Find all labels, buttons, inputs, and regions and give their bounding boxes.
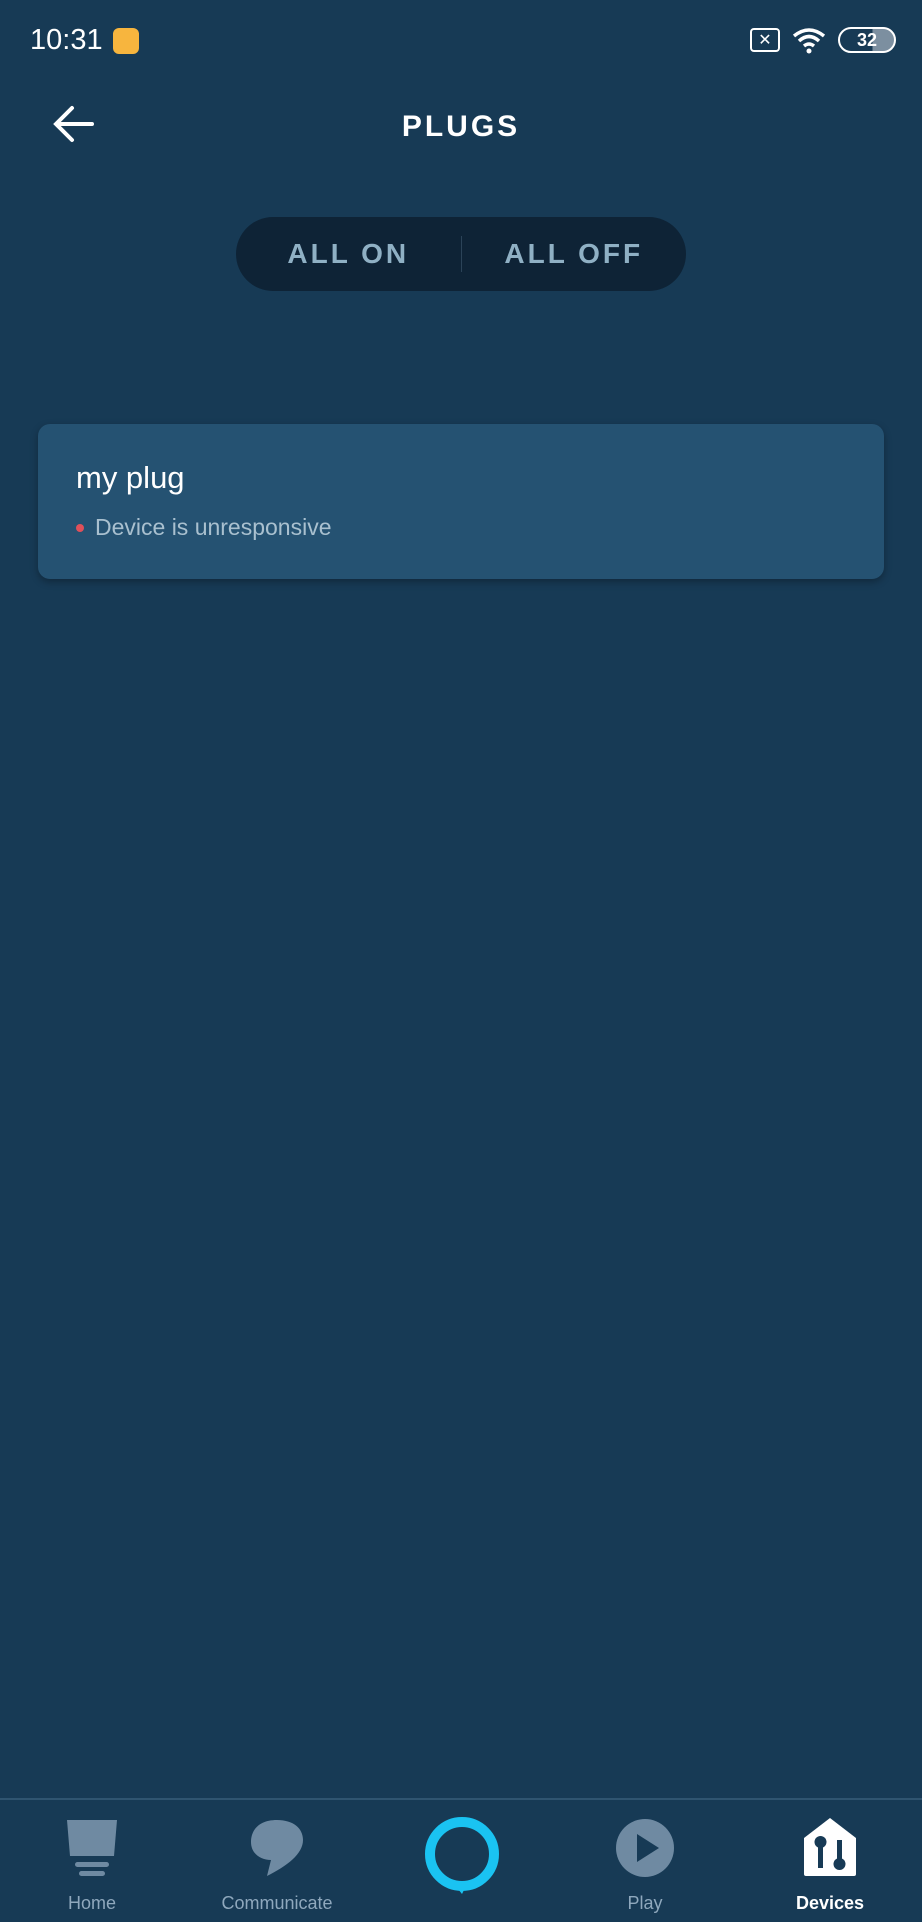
device-name: my plug [76, 460, 185, 495]
device-status-text: Device is unresponsive [95, 514, 332, 540]
mail-notification-icon [113, 28, 139, 54]
nav-communicate[interactable]: Communicate [187, 1800, 367, 1922]
nav-label: Home [67, 1893, 116, 1913]
play-icon [616, 1819, 674, 1877]
nav-label: Devices [795, 1893, 865, 1913]
all-on-button[interactable]: ALL ON [236, 238, 461, 270]
devices-icon [804, 1818, 856, 1876]
status-icons: ✕ 32 [750, 26, 896, 54]
page-title: PLUGS [401, 110, 521, 143]
device-card[interactable]: my plug Device is unresponsive [38, 424, 884, 579]
device-status: Device is unresponsive [76, 514, 846, 541]
group-toggle: ALL ON ALL OFF [236, 217, 686, 291]
nav-label: Play [627, 1893, 663, 1913]
nav-devices[interactable]: Devices [740, 1800, 920, 1922]
chat-bubble-icon [251, 1820, 303, 1876]
bottom-nav: Home Communicate Play Devices [0, 1798, 922, 1920]
battery-icon: 32 [838, 27, 896, 53]
nav-alexa[interactable] [372, 1800, 552, 1922]
status-time: 10:31 [30, 24, 103, 56]
status-dot-icon [76, 523, 84, 532]
alexa-icon [425, 1817, 499, 1894]
no-sim-icon: ✕ [750, 28, 780, 52]
nav-label: Communicate [221, 1893, 333, 1913]
all-off-button[interactable]: ALL OFF [462, 238, 687, 270]
nav-home[interactable]: Home [2, 1800, 182, 1922]
nav-play[interactable]: Play [555, 1800, 735, 1922]
home-icon [67, 1820, 117, 1876]
wifi-icon [792, 28, 826, 54]
